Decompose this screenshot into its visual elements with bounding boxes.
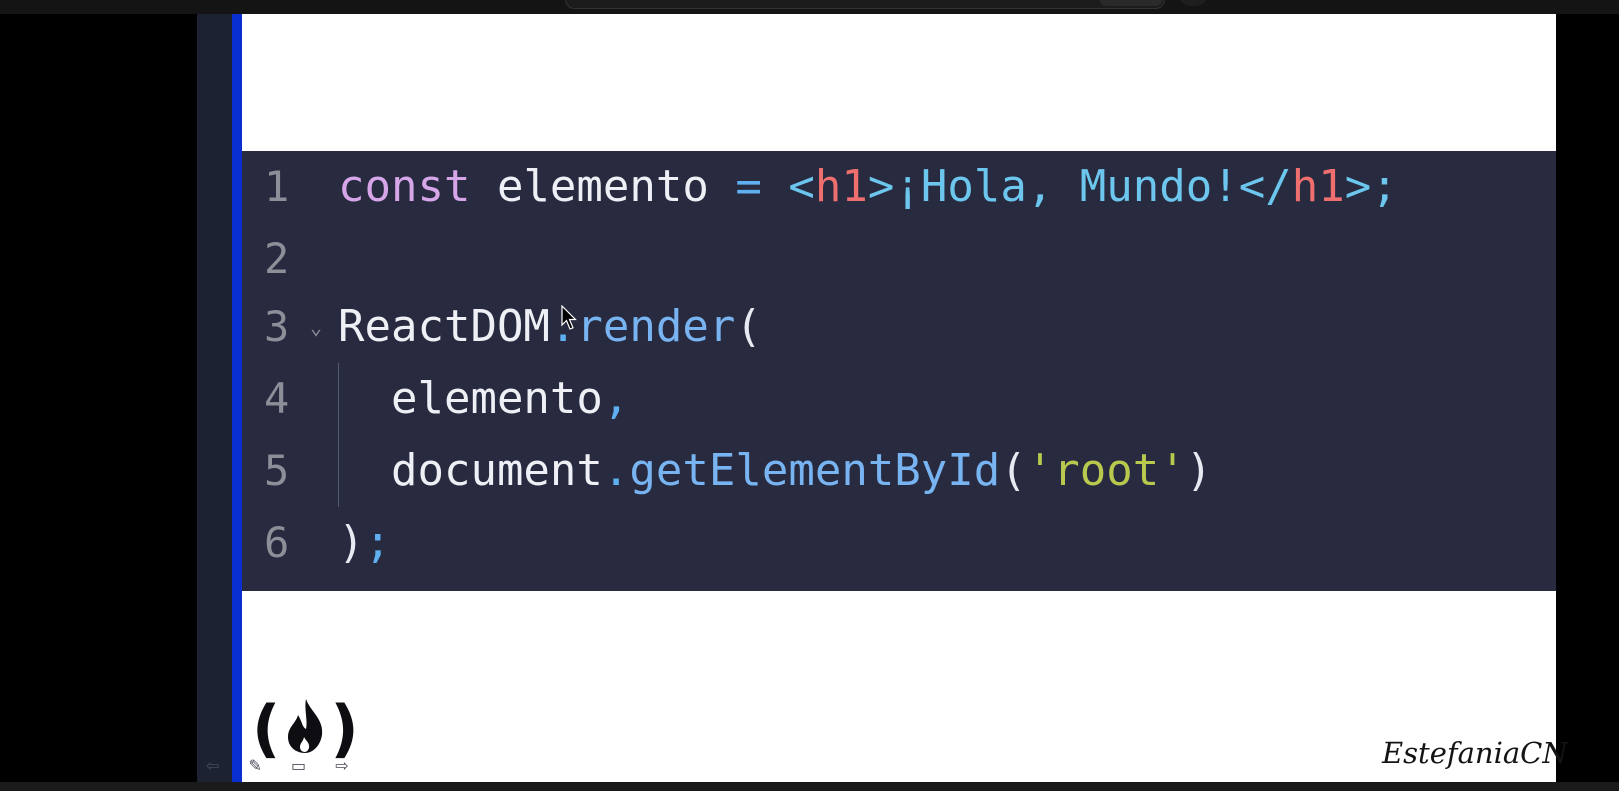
toolbar-icon[interactable]	[1180, 0, 1206, 6]
mouse-cursor-icon	[561, 304, 577, 335]
code-token: 'root'	[1026, 445, 1186, 496]
code-block: 1 const elemento = <h1>¡Hola, Mundo!</h1>…	[242, 151, 1556, 591]
code-token: elemento	[496, 161, 709, 212]
code-token: )	[1185, 445, 1213, 496]
line-number: 5	[264, 446, 290, 495]
code-token: </	[1238, 161, 1292, 212]
browser-bottom-bar	[0, 782, 1619, 791]
code-token: elemento	[338, 373, 603, 424]
code-token: document	[338, 445, 603, 496]
video-side-panel	[197, 14, 232, 782]
line-number: 1	[264, 162, 290, 211]
fold-chevron-icon[interactable]: ⌄	[310, 291, 322, 363]
line-number: 4	[264, 374, 290, 423]
code-token: (	[735, 301, 762, 352]
logo-close-paren: )	[330, 692, 359, 765]
code-token: h1	[1291, 161, 1345, 212]
address-bar[interactable]	[565, 0, 1165, 9]
code-token: ,	[602, 373, 630, 424]
code-token: .	[602, 445, 630, 496]
address-bar-button[interactable]	[1100, 0, 1162, 6]
code-source: const elemento = <h1>¡Hola, Mundo!</h1>;	[338, 151, 1398, 223]
code-token: h1	[814, 161, 868, 212]
code-token: getElementById	[629, 445, 1001, 496]
code-token: >	[867, 161, 895, 212]
logo-open-paren: (	[252, 692, 281, 765]
code-token: render	[576, 301, 736, 352]
code-source: elemento,	[338, 363, 629, 435]
code-token: ReactDOM	[338, 301, 550, 352]
code-token: )	[338, 517, 365, 568]
code-token: =	[735, 161, 762, 212]
code-source: ReactDOM.render(	[338, 291, 762, 363]
line-number: 6	[264, 518, 290, 567]
line-number: 2	[264, 234, 290, 283]
code-token: >;	[1344, 161, 1398, 212]
line-number: 3	[264, 302, 290, 351]
code-source: document.getElementById('root')	[338, 435, 1212, 507]
code-source: );	[338, 507, 391, 579]
code-token: <	[788, 161, 815, 212]
browser-top-bar	[0, 0, 1619, 14]
code-token: (	[1000, 445, 1027, 496]
code-token: ¡Hola, Mundo!	[894, 161, 1239, 212]
presentation-slide: 1 const elemento = <h1>¡Hola, Mundo!</h1>…	[232, 14, 1568, 782]
slide-nav-controls[interactable]: ⇦ ✎ ▭ ⇨	[206, 756, 361, 775]
author-signature: EstefaniaCN	[1382, 736, 1568, 770]
slide-accent-bar	[232, 14, 242, 782]
code-token: ;	[364, 517, 392, 568]
code-token: const	[338, 161, 471, 212]
